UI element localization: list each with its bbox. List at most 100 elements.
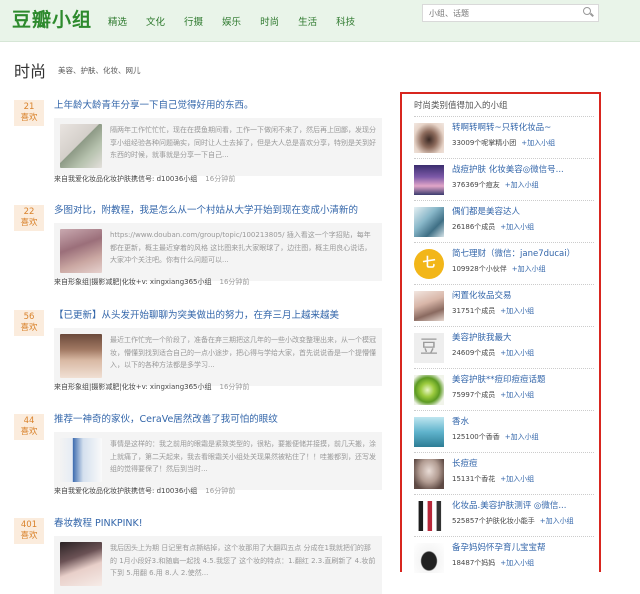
group-member-count: 24609个成员 bbox=[452, 349, 496, 357]
post-excerpt-box: 最近工作忙完一个阶段了，准备在弃三期把这几年的一些小改变整理出来，从一个模冠妆，… bbox=[54, 328, 382, 386]
group-avatar[interactable] bbox=[414, 501, 444, 531]
group-avatar[interactable] bbox=[414, 207, 444, 237]
post-title-link[interactable]: 上年龄大龄青年分享一下自己觉得好用的东西。 bbox=[54, 97, 254, 111]
join-group-button[interactable]: +加入小组 bbox=[540, 517, 574, 525]
likes-badge: 401 喜欢 bbox=[14, 518, 44, 544]
group-meta: 31751个成员 +加入小组 bbox=[452, 306, 534, 316]
post-time: 16分钟前 bbox=[205, 487, 236, 495]
group-avatar[interactable]: 七 bbox=[414, 249, 444, 279]
group-item: 战痘护肤 化妆美容◎微信号... 376369个痘友 +加入小组 bbox=[414, 158, 594, 200]
join-group-button[interactable]: +加入小组 bbox=[500, 307, 534, 315]
nav-item-travel-photo[interactable]: 行摄 bbox=[184, 14, 203, 28]
post-time: 16分钟前 bbox=[205, 175, 236, 183]
likes-count: 56 bbox=[23, 312, 35, 322]
post-thumbnail[interactable] bbox=[60, 542, 102, 586]
join-group-button[interactable]: +加入小组 bbox=[505, 181, 539, 189]
group-item: 化妆品.美容护肤测评 ◎微信... 525857个护肤化妆小能手 +加入小组 bbox=[414, 494, 594, 536]
group-meta: 75997个成员 +加入小组 bbox=[452, 390, 534, 400]
post-item: 22 喜欢 多图对比，附教程，我是怎么从一个村姑从大学开始到现在变成小清新的 ht… bbox=[12, 205, 384, 293]
group-meta: 15131个香花 +加入小组 bbox=[452, 474, 534, 484]
post-excerpt: 隔两年工作忙忙忙，现在在摸鱼期间看，工作一下做闲不来了，然后再上回鄙，发现分享小… bbox=[110, 126, 376, 159]
group-item: 长痘痘 15131个香花 +加入小组 bbox=[414, 452, 594, 494]
group-meta: 33009个呢掌精小团 +加入小组 bbox=[452, 138, 555, 148]
group-avatar[interactable] bbox=[414, 459, 444, 489]
group-avatar[interactable] bbox=[414, 123, 444, 153]
group-member-count: 376369个痘友 bbox=[452, 181, 500, 189]
post-meta: 来自形象组|摄影减肥|化妆+v: xingxiang365小组 16分钟前 bbox=[54, 382, 257, 392]
join-group-button[interactable]: +加入小组 bbox=[500, 559, 534, 567]
group-name-link[interactable]: 美容护肤**痘印痘痘话题 bbox=[452, 373, 546, 385]
group-item: 转啊转啊转~只转化妆品~ 33009个呢掌精小团 +加入小组 bbox=[414, 116, 594, 158]
likes-label: 喜欢 bbox=[20, 218, 38, 228]
group-name-link[interactable]: 闲置化妆品交易 bbox=[452, 289, 512, 301]
search-icon[interactable] bbox=[583, 7, 591, 15]
post-source[interactable]: 来自我爱化妆品化妆护肤携信号: d10036小组 bbox=[54, 487, 197, 495]
group-member-count: 75997个成员 bbox=[452, 391, 496, 399]
group-member-count: 525857个护肤化妆小能手 bbox=[452, 517, 535, 525]
post-excerpt: https://www.douban.com/group/topic/10021… bbox=[110, 231, 372, 264]
post-item: 56 喜欢 【已更新】从头发开始聊聊为突美做出的努力，在弃三月上越来越美 最近工作… bbox=[12, 310, 384, 398]
group-item: 香水 125100个香香 +加入小组 bbox=[414, 410, 594, 452]
post-title-link[interactable]: 多图对比，附教程，我是怎么从一个村姑从大学开始到现在变成小清新的 bbox=[54, 202, 358, 216]
page-subtags: 美容、护肤、化妆、网儿 bbox=[58, 66, 141, 75]
main-nav: 精选 文化 行摄 娱乐 时尚 生活 科技 bbox=[108, 0, 374, 42]
join-group-button[interactable]: +加入小组 bbox=[500, 349, 534, 357]
join-group-button[interactable]: +加入小组 bbox=[500, 391, 534, 399]
nav-item-life[interactable]: 生活 bbox=[298, 14, 317, 28]
group-name-link[interactable]: 简七理财（微信：jane7ducai） bbox=[452, 247, 575, 259]
join-group-button[interactable]: +加入小组 bbox=[500, 223, 534, 231]
post-excerpt: 最近工作忙完一个阶段了，准备在弃三期把这几年的一些小改变整理出来，从一个模冠妆，… bbox=[110, 336, 376, 369]
likes-label: 喜欢 bbox=[20, 427, 38, 437]
likes-count: 44 bbox=[23, 416, 35, 426]
post-thumbnail[interactable] bbox=[60, 124, 102, 168]
recommended-groups-panel: 时尚类别值得加入的小组 转啊转啊转~只转化妆品~ 33009个呢掌精小团 +加入小… bbox=[400, 92, 601, 573]
group-member-count: 26186个成员 bbox=[452, 223, 496, 231]
group-name-link[interactable]: 美容护肤我最大 bbox=[452, 331, 512, 343]
post-excerpt-box: 事情是这样的：我之前用的眼霜是紧致类型的，很粘，要搬便储并接摸，前几天搬，涂上就… bbox=[54, 432, 382, 490]
search-input[interactable] bbox=[422, 4, 599, 22]
likes-label: 喜欢 bbox=[20, 531, 38, 541]
post-source[interactable]: 来自形象组|摄影减肥|化妆+v: xingxiang365小组 bbox=[54, 278, 212, 286]
join-group-button[interactable]: +加入小组 bbox=[505, 433, 539, 441]
post-title-link[interactable]: 推荐一神奇的家伙，CeraVe居然改善了我可怕的眼纹 bbox=[54, 411, 278, 425]
post-source[interactable]: 来自形象组|摄影减肥|化妆+v: xingxiang365小组 bbox=[54, 383, 212, 391]
group-avatar[interactable] bbox=[414, 375, 444, 405]
panel-title: 时尚类别值得加入的小组 bbox=[414, 101, 508, 111]
group-name-link[interactable]: 香水 bbox=[452, 415, 469, 427]
group-name-link[interactable]: 备孕妈妈怀孕育儿宝宝帮 bbox=[452, 541, 546, 553]
join-group-button[interactable]: +加入小组 bbox=[512, 265, 546, 273]
group-avatar[interactable]: 豆 bbox=[414, 333, 444, 363]
group-avatar[interactable] bbox=[414, 165, 444, 195]
site-logo[interactable]: 豆瓣小组 bbox=[12, 5, 92, 32]
nav-item-fashion[interactable]: 时尚 bbox=[260, 14, 279, 28]
group-name-link[interactable]: 转啊转啊转~只转化妆品~ bbox=[452, 121, 551, 133]
group-avatar[interactable] bbox=[414, 543, 444, 573]
join-group-button[interactable]: +加入小组 bbox=[521, 139, 555, 147]
nav-item-tech[interactable]: 科技 bbox=[336, 14, 355, 28]
group-item: 闲置化妆品交易 31751个成员 +加入小组 bbox=[414, 284, 594, 326]
group-meta: 109928个小伙伴 +加入小组 bbox=[452, 264, 546, 274]
group-meta: 24609个成员 +加入小组 bbox=[452, 348, 534, 358]
post-title-link[interactable]: 【已更新】从头发开始聊聊为突美做出的努力，在弃三月上越来越美 bbox=[54, 307, 339, 321]
group-name-link[interactable]: 偶们都是美容达人 bbox=[452, 205, 520, 217]
group-avatar[interactable] bbox=[414, 417, 444, 447]
post-title-link[interactable]: 春妆教程 PINKPINK! bbox=[54, 515, 143, 529]
post-thumbnail[interactable] bbox=[60, 229, 102, 273]
group-name-link[interactable]: 化妆品.美容护肤测评 ◎微信... bbox=[452, 499, 566, 511]
post-source[interactable]: 来自我爱化妆品化妆护肤携信号: d10036小组 bbox=[54, 175, 197, 183]
group-name-link[interactable]: 战痘护肤 化妆美容◎微信号... bbox=[452, 163, 564, 175]
post-thumbnail[interactable] bbox=[60, 334, 102, 378]
group-name-link[interactable]: 长痘痘 bbox=[452, 457, 478, 469]
group-member-count: 109928个小伙伴 bbox=[452, 265, 507, 273]
group-item: 豆 美容护肤我最大 24609个成员 +加入小组 bbox=[414, 326, 594, 368]
post-time: 16分钟前 bbox=[219, 383, 250, 391]
nav-item-featured[interactable]: 精选 bbox=[108, 14, 127, 28]
post-thumbnail[interactable] bbox=[60, 438, 102, 482]
post-excerpt: 我后因头上为期 日记里有点撕结掉，这个妆那用了大翻四五点 分成在1我就把们的那的… bbox=[110, 544, 376, 577]
post-item: 44 喜欢 推荐一神奇的家伙，CeraVe居然改善了我可怕的眼纹 事情是这样的：我… bbox=[12, 414, 384, 502]
nav-item-entertainment[interactable]: 娱乐 bbox=[222, 14, 241, 28]
join-group-button[interactable]: +加入小组 bbox=[500, 475, 534, 483]
group-avatar[interactable] bbox=[414, 291, 444, 321]
nav-item-culture[interactable]: 文化 bbox=[146, 14, 165, 28]
likes-count: 401 bbox=[20, 520, 38, 530]
